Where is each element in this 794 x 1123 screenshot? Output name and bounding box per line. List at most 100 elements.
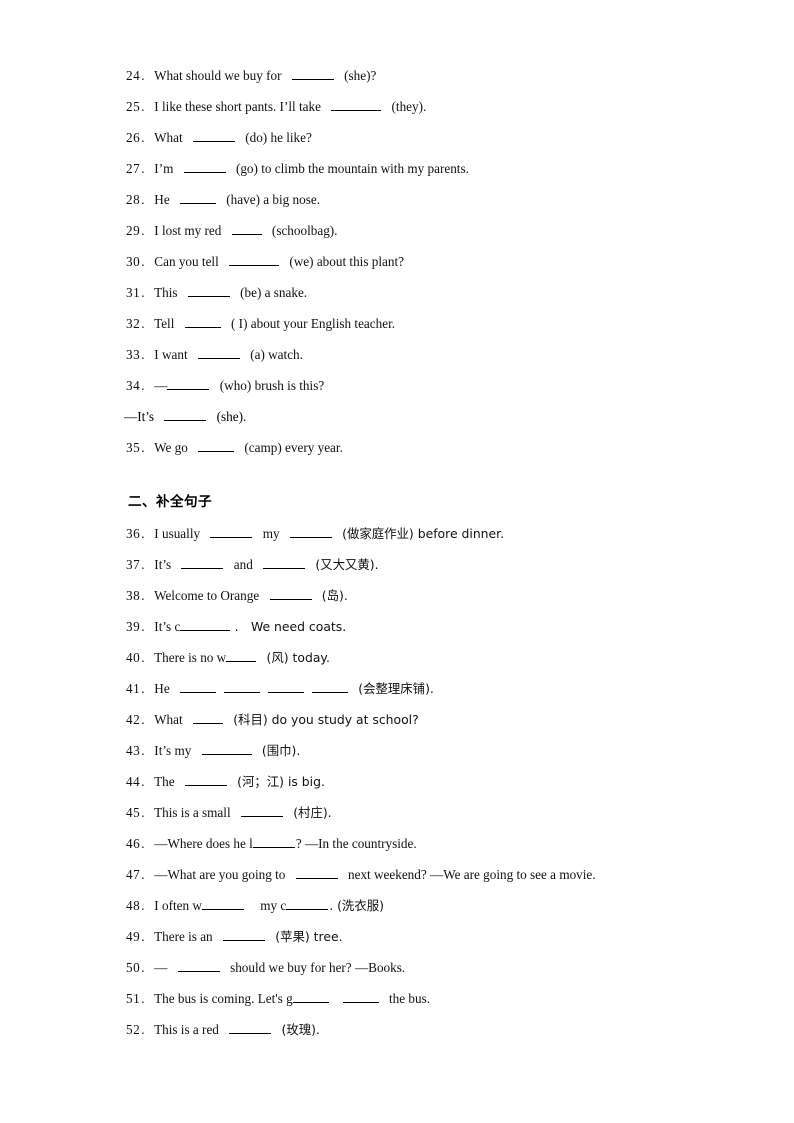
- item-text-before-blank: I’m: [154, 161, 174, 176]
- answer-blank[interactable]: [229, 253, 280, 266]
- answer-blank[interactable]: [223, 680, 260, 693]
- item-text-part-c: (风) today.: [266, 650, 330, 665]
- answer-blank[interactable]: [292, 990, 329, 1003]
- answer-blank[interactable]: [210, 525, 253, 538]
- item-text-part-a: He: [154, 681, 170, 696]
- answer-blank[interactable]: [286, 897, 329, 910]
- exercise-item-46: 46 —Where does he l ? —In the countryside…: [126, 828, 686, 859]
- item-text-after-blank: (do) he like?: [245, 130, 312, 145]
- answer-blank[interactable]: [231, 222, 262, 235]
- answer-blank[interactable]: [197, 346, 240, 359]
- answer-blank[interactable]: [252, 835, 295, 848]
- section-two-heading: 二、补全句子: [128, 494, 212, 510]
- item-text-before-blank: What should we buy for: [154, 68, 282, 83]
- item-text-part-c: (做家庭作业) before dinner.: [342, 526, 505, 541]
- answer-blank[interactable]: [342, 990, 379, 1003]
- item-number: 42: [126, 704, 151, 735]
- item-number: 49: [126, 921, 151, 952]
- item-text-part-c: (河；江) is big.: [237, 774, 325, 789]
- item-text-part-c: ? —In the countryside.: [295, 836, 417, 851]
- answer-blank[interactable]: [198, 439, 235, 452]
- item-text-part-a: This is a red: [154, 1022, 219, 1037]
- item-number: 24: [126, 60, 151, 91]
- answer-blank[interactable]: [269, 587, 312, 600]
- answer-blank[interactable]: [222, 928, 265, 941]
- item-text-after-blank: (a) watch.: [250, 347, 303, 362]
- answer-blank[interactable]: [164, 408, 207, 421]
- item-text-part-a: —Where does he l: [154, 836, 253, 851]
- item-number: 25: [126, 91, 151, 122]
- item-text-part-c: . We need coats.: [234, 619, 347, 634]
- exercise-item-43: 43 It’s my (围巾).: [126, 735, 686, 766]
- item-number: 28: [126, 184, 151, 215]
- item-number: 33: [126, 339, 151, 370]
- answer-blank[interactable]: [226, 649, 257, 662]
- item-text-part-c: next weekend? —We are going to see a mov…: [348, 867, 596, 882]
- item-text-before-blank: What: [154, 130, 183, 145]
- answer-blank[interactable]: [187, 284, 230, 297]
- answer-blank[interactable]: [181, 556, 224, 569]
- item-text-part-a: Welcome to Orange: [154, 588, 260, 603]
- item-text-part-b: my: [262, 526, 280, 541]
- answer-blank[interactable]: [192, 711, 223, 724]
- exercise-item-36: 36 I usually my (做家庭作业) before dinner.: [126, 518, 686, 549]
- exercise-item-25: 25 I like these short pants. I’ll take (…: [126, 91, 686, 122]
- exercise-item-41: 41 He (会整理床铺).: [126, 673, 686, 704]
- item-text-part-b: and: [233, 557, 253, 572]
- exercise-item-49: 49 There is an (苹果) tree.: [126, 921, 686, 952]
- answer-blank[interactable]: [240, 804, 283, 817]
- answer-blank[interactable]: [311, 680, 348, 693]
- answer-blank[interactable]: [263, 556, 306, 569]
- item-number: 46: [126, 828, 151, 859]
- item-text-before-blank: I like these short pants. I’ll take: [154, 99, 321, 114]
- item-text-part-c: (村庄).: [293, 805, 332, 820]
- answer-blank[interactable]: [201, 742, 252, 755]
- item-number: 40: [126, 642, 151, 673]
- item-number: 44: [126, 766, 151, 797]
- answer-blank[interactable]: [167, 377, 210, 390]
- exercise-item-35: 35 We go (camp) every year.: [126, 432, 686, 463]
- exercise-item-30: 30 Can you tell (we) about this plant?: [126, 246, 686, 277]
- item-number: 29: [126, 215, 151, 246]
- answer-blank[interactable]: [179, 680, 216, 693]
- answer-blank[interactable]: [289, 525, 332, 538]
- item-number: 37: [126, 549, 151, 580]
- exercise-item-39: 39 It’s c . We need coats.: [126, 611, 686, 642]
- answer-blank[interactable]: [229, 1021, 272, 1034]
- item-text-before-blank: He: [154, 192, 170, 207]
- exercise-item-37: 37 It’s and (又大又黄).: [126, 549, 686, 580]
- item-number: 36: [126, 518, 151, 549]
- item-text-after-blank: (schoolbag).: [271, 223, 338, 238]
- answer-blank[interactable]: [201, 897, 244, 910]
- answer-blank[interactable]: [331, 98, 382, 111]
- item-number: 51: [126, 983, 151, 1014]
- answer-blank[interactable]: [184, 315, 221, 328]
- answer-blank[interactable]: [192, 129, 235, 142]
- item-number: 27: [126, 153, 151, 184]
- item-number: 48: [126, 890, 151, 921]
- item-text-part-c: (会整理床铺).: [358, 681, 434, 696]
- item-text-before-blank: We go: [154, 440, 188, 455]
- continuation-text-after-blank: (she).: [216, 409, 247, 424]
- answer-blank[interactable]: [295, 866, 338, 879]
- exercise-item-33: 33 I want (a) watch.: [126, 339, 686, 370]
- answer-blank[interactable]: [179, 191, 216, 204]
- exercise-item-34: 34 — (who) brush is this?: [126, 370, 686, 401]
- item-number: 35: [126, 432, 151, 463]
- answer-blank[interactable]: [267, 680, 304, 693]
- exercise-item-38: 38 Welcome to Orange (岛).: [126, 580, 686, 611]
- answer-blank[interactable]: [180, 618, 231, 631]
- item-text-after-blank: (we) about this plant?: [289, 254, 404, 269]
- item-text-part-a: I usually: [154, 526, 201, 541]
- exercise-item-29: 29 I lost my red (schoolbag).: [126, 215, 686, 246]
- exercise-item-47: 47 —What are you going to next weekend? …: [126, 859, 686, 890]
- answer-blank[interactable]: [183, 160, 226, 173]
- item-number: 31: [126, 277, 151, 308]
- item-text-part-c: (苹果) tree.: [275, 929, 343, 944]
- exercise-item-24: 24 What should we buy for (she)?: [126, 60, 686, 91]
- answer-blank[interactable]: [291, 67, 334, 80]
- answer-blank[interactable]: [177, 959, 220, 972]
- item-text-before-blank: I want: [154, 347, 188, 362]
- answer-blank[interactable]: [184, 773, 227, 786]
- item-text-part-a: —What are you going to: [154, 867, 286, 882]
